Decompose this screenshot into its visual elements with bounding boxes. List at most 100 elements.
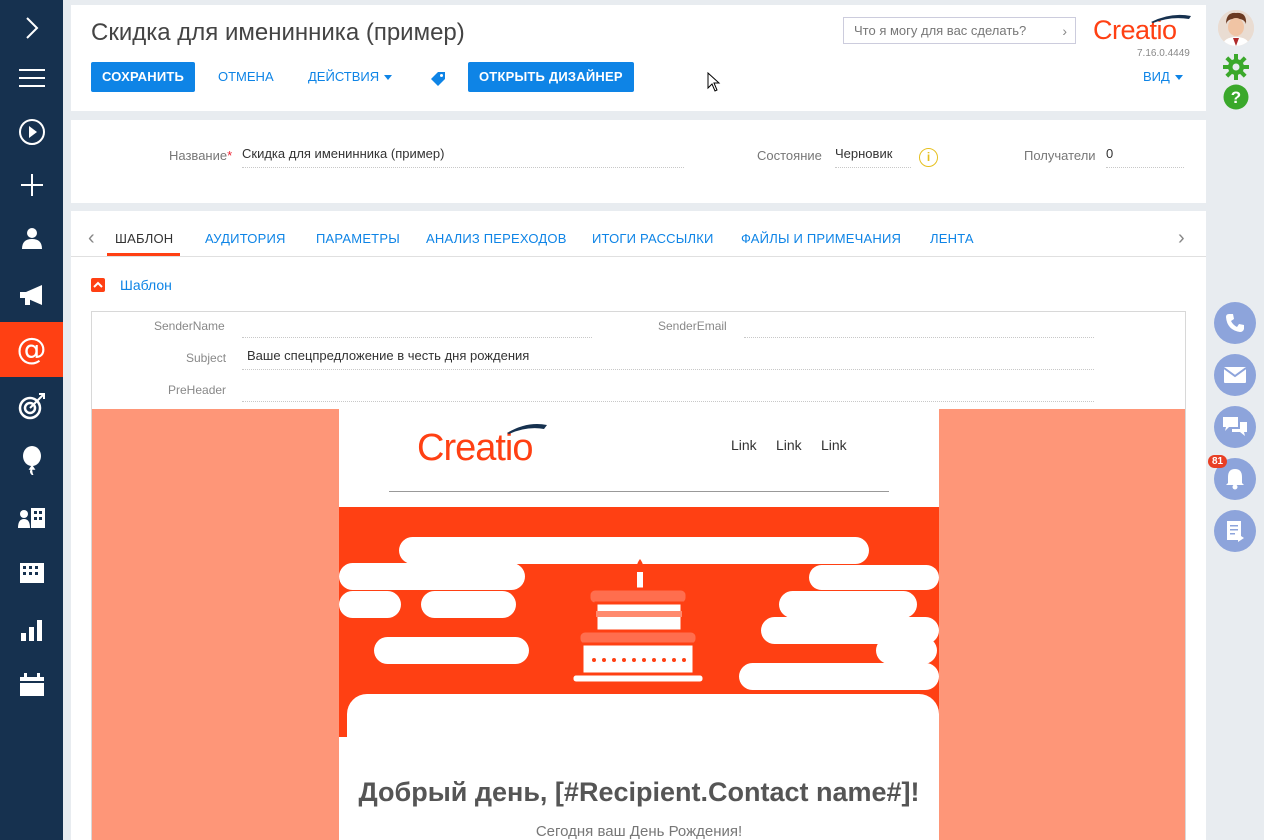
at-sign-icon: @ <box>16 332 47 367</box>
birthday-banner <box>339 507 939 737</box>
user-avatar[interactable] <box>1218 10 1254 46</box>
sender-name-field[interactable] <box>242 316 592 338</box>
template-preview: SenderName SenderEmail Subject Ваше спец… <box>91 311 1186 840</box>
expand-menu-button[interactable] <box>0 0 63 55</box>
nav-add[interactable] <box>0 157 63 212</box>
tab-mailing-results[interactable]: ИТОГИ РАССЫЛКИ <box>592 231 714 246</box>
tab-parameters[interactable]: ПАРАМЕТРЫ <box>316 231 400 246</box>
nav-events[interactable] <box>0 432 63 487</box>
sender-email-label: SenderEmail <box>658 319 727 333</box>
chevron-down-icon <box>384 75 393 81</box>
actions-label: ДЕЙСТВИЯ <box>308 69 380 84</box>
user-photo-icon <box>1218 10 1254 46</box>
nav-campaigns[interactable] <box>0 267 63 322</box>
chat-icon <box>1223 417 1247 436</box>
state-label: Состояние <box>757 148 822 163</box>
nav-analytics[interactable] <box>0 602 63 657</box>
email-link-1[interactable]: Link <box>731 437 757 453</box>
logo-swoosh-icon <box>507 424 547 434</box>
view-button[interactable]: ВИД <box>1143 62 1183 92</box>
active-tab-indicator <box>107 253 180 256</box>
main-panel: ‹ ШАБЛОН АУДИТОРИЯ ПАРАМЕТРЫ АНАЛИЗ ПЕРЕ… <box>71 211 1206 840</box>
tag-button[interactable] <box>430 68 446 98</box>
feed-button[interactable] <box>1214 510 1256 552</box>
gear-icon[interactable] <box>1223 54 1249 80</box>
building-icon <box>19 562 44 583</box>
recipients-field: 0 <box>1106 146 1184 168</box>
tab-click-analysis[interactable]: АНАЛИЗ ПЕРЕХОДОВ <box>426 231 567 246</box>
chat-button[interactable] <box>1214 406 1256 448</box>
version-label: 7.16.0.4449 <box>1137 48 1190 59</box>
banner-cloud <box>347 694 939 737</box>
name-field[interactable]: Скидка для именинника (пример) <box>242 146 684 168</box>
calendar-icon <box>19 672 44 696</box>
tag-icon <box>431 72 445 86</box>
people-buildings-icon <box>17 507 45 528</box>
mail-icon <box>1224 367 1246 383</box>
nav-accounts[interactable] <box>0 490 63 545</box>
bar-chart-icon <box>20 619 42 641</box>
record-fields: Название* Скидка для именинника (пример)… <box>71 120 1206 203</box>
actions-button[interactable]: ДЕЙСТВИЯ <box>308 62 393 92</box>
cancel-button[interactable]: ОТМЕНА <box>218 62 274 92</box>
email-link-2[interactable]: Link <box>776 437 802 453</box>
name-label: Название* <box>169 148 233 163</box>
email-body: Creatio Link Link Link Добрый день, [#Re… <box>339 409 939 840</box>
banner-cloud <box>779 591 917 618</box>
sender-name-label: SenderName <box>154 319 225 333</box>
save-button[interactable]: СОХРАНИТЬ <box>91 62 196 92</box>
email-greeting: Добрый день, [#Recipient.Contact name#]! <box>358 777 920 807</box>
help-icon[interactable]: ? <box>1223 84 1249 110</box>
section-title: Шаблон <box>120 277 172 293</box>
cake-icon <box>572 559 706 685</box>
subject-field[interactable]: Ваше спецпредложение в честь дня рождени… <box>242 348 1094 370</box>
banner-cloud <box>339 591 401 618</box>
phone-icon <box>1226 314 1244 332</box>
search-placeholder: Что я могу для вас сделать? <box>854 23 1027 38</box>
mouse-cursor-icon <box>707 72 721 92</box>
nav-email[interactable]: @ <box>0 322 63 377</box>
banner-cloud <box>421 591 516 618</box>
right-rail: ? 81 <box>1206 0 1264 840</box>
email-button[interactable] <box>1214 354 1256 396</box>
nav-buildings[interactable] <box>0 545 63 600</box>
info-icon[interactable]: i <box>919 148 938 167</box>
chevron-right-icon <box>25 16 38 39</box>
tab-audience[interactable]: АУДИТОРИЯ <box>205 231 286 246</box>
nav-goals[interactable] <box>0 378 63 433</box>
chevron-right-icon: › <box>1062 23 1067 39</box>
tab-template[interactable]: ШАБЛОН <box>115 231 173 246</box>
nav-contacts[interactable] <box>0 210 63 265</box>
preheader-field[interactable] <box>242 380 1094 402</box>
page-title: Скидка для именинника (пример) <box>91 19 465 46</box>
notifications-count-badge: 81 <box>1208 455 1228 468</box>
phone-button[interactable] <box>1214 302 1256 344</box>
tabs-scroll-right-icon[interactable]: › <box>1178 227 1185 250</box>
subject-label: Subject <box>186 351 227 365</box>
email-link-3[interactable]: Link <box>821 437 847 453</box>
bell-icon <box>1226 469 1244 490</box>
preheader-label: PreHeader <box>168 383 227 397</box>
nav-process[interactable] <box>0 104 63 159</box>
collapse-section-button[interactable] <box>91 278 105 292</box>
tabs-scroll-left-icon[interactable]: ‹ <box>88 227 95 250</box>
tab-feed[interactable]: ЛЕНТА <box>930 231 974 246</box>
command-search-input[interactable]: Что я могу для вас сделать? › <box>843 17 1076 44</box>
megaphone-icon <box>19 284 42 305</box>
open-designer-button[interactable]: ОТКРЫТЬ ДИЗАЙНЕР <box>468 62 634 92</box>
sender-email-field[interactable] <box>744 316 1094 338</box>
email-background: Creatio Link Link Link Добрый день, [#Re… <box>92 409 1185 840</box>
state-field[interactable]: Черновик <box>835 146 911 168</box>
banner-cloud <box>739 663 939 690</box>
nav-calendar[interactable] <box>0 657 63 712</box>
logo-swoosh-icon <box>1151 14 1191 23</box>
hamburger-menu-button[interactable] <box>0 50 63 105</box>
recipients-label: Получатели <box>1024 148 1096 163</box>
balloon-icon <box>22 445 41 475</box>
banner-cloud <box>374 637 529 664</box>
tab-bar: ‹ ШАБЛОН АУДИТОРИЯ ПАРАМЕТРЫ АНАЛИЗ ПЕРЕ… <box>71 211 1206 257</box>
tab-files-notes[interactable]: ФАЙЛЫ И ПРИМЕЧАНИЯ <box>741 231 901 246</box>
page-header: Скидка для именинника (пример) СОХРАНИТЬ… <box>71 5 1206 111</box>
banner-cloud <box>876 637 937 664</box>
email-subtitle: Сегодня ваш День Рождения! <box>535 823 743 840</box>
